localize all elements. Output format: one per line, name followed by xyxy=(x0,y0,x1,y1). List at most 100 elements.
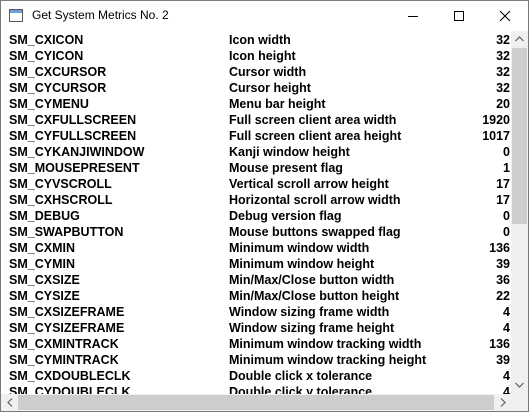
metric-description: Double click y tolerance xyxy=(229,385,373,394)
metric-name: SM_CXHSCROLL xyxy=(9,193,113,207)
metric-name: SM_CYICON xyxy=(9,49,84,63)
metric-row: SM_CXMIN Minimum window width 136 xyxy=(1,240,511,256)
metric-row: SM_CYMENU Menu bar height 20 xyxy=(1,96,511,112)
metric-name: SM_CXICON xyxy=(9,33,84,47)
metric-name: SM_CYSIZEFRAME xyxy=(9,321,125,335)
metric-description: Min/Max/Close button height xyxy=(229,289,400,303)
scroll-up-icon xyxy=(515,36,524,42)
metric-row: SM_CXSIZEFRAME Window sizing frame width 4 xyxy=(1,304,511,320)
metric-row: SM_CXFULLSCREEN Full screen client area w… xyxy=(1,112,511,128)
scrollbar-corner xyxy=(511,394,528,411)
metric-row: SM_CXSIZE Min/Max/Close button width 36 xyxy=(1,272,511,288)
metric-value: 39 xyxy=(496,257,510,271)
metric-name: SM_CYDOUBLECLK xyxy=(9,385,131,394)
metric-description: Minimum window tracking width xyxy=(229,337,422,351)
metric-value: 1920 xyxy=(482,113,510,127)
metric-row: SM_CXMINTRACK Minimum window tracking wid… xyxy=(1,336,511,352)
metric-value: 17 xyxy=(496,193,510,207)
metric-value: 0 xyxy=(503,209,510,223)
metric-description: Icon width xyxy=(229,33,291,47)
metric-row: SM_CYICON Icon height 32 xyxy=(1,48,511,64)
scroll-right-icon xyxy=(500,398,506,407)
metric-value: 32 xyxy=(496,49,510,63)
metric-name: SM_MOUSEPRESENT xyxy=(9,161,140,175)
maximize-button[interactable] xyxy=(436,1,482,31)
metric-description: Min/Max/Close button width xyxy=(229,273,395,287)
metric-description: Horizontal scroll arrow width xyxy=(229,193,401,207)
scroll-left-icon xyxy=(7,398,13,407)
metric-description: Minimum window height xyxy=(229,257,375,271)
metric-row: SM_CYVSCROLL Vertical scroll arrow height… xyxy=(1,176,511,192)
scroll-down-icon xyxy=(515,382,524,388)
metric-description: Window sizing frame width xyxy=(229,305,390,319)
metric-value: 36 xyxy=(496,273,510,287)
metric-description: Mouse present flag xyxy=(229,161,343,175)
metric-value: 20 xyxy=(496,97,510,111)
scroll-down-button[interactable] xyxy=(511,377,528,394)
metric-row: SM_CYMINTRACK Minimum window tracking hei… xyxy=(1,352,511,368)
metric-description: Cursor height xyxy=(229,81,311,95)
metric-value: 4 xyxy=(503,321,510,335)
horizontal-scrollbar[interactable] xyxy=(1,394,511,411)
metric-name: SM_CYMINTRACK xyxy=(9,353,119,367)
metric-name: SM_CYMENU xyxy=(9,97,89,111)
vertical-scroll-thumb[interactable] xyxy=(512,48,527,224)
metric-row: SM_CXCURSOR Cursor width 32 xyxy=(1,64,511,80)
title-bar[interactable]: Get System Metrics No. 2 xyxy=(1,1,528,31)
app-icon[interactable] xyxy=(9,9,23,22)
metric-row: SM_CXDOUBLECLK Double click x tolerance 4 xyxy=(1,368,511,384)
metric-name: SM_CXFULLSCREEN xyxy=(9,113,137,127)
metric-description: Double click x tolerance xyxy=(229,369,373,383)
metric-description: Icon height xyxy=(229,49,296,63)
metric-name: SM_CYCURSOR xyxy=(9,81,107,95)
metric-value: 32 xyxy=(496,33,510,47)
metric-description: Minimum window width xyxy=(229,241,370,255)
metric-name: SM_CYMIN xyxy=(9,257,75,271)
horizontal-scroll-thumb[interactable] xyxy=(18,395,494,410)
metric-name: SM_CXMINTRACK xyxy=(9,337,119,351)
vertical-scrollbar[interactable] xyxy=(511,31,528,394)
metric-value: 22 xyxy=(496,289,510,303)
metric-description: Debug version flag xyxy=(229,209,342,223)
metric-value: 136 xyxy=(489,241,510,255)
metric-value: 4 xyxy=(503,305,510,319)
scroll-right-button[interactable] xyxy=(494,394,511,411)
metric-row: SM_CYMIN Minimum window height 39 xyxy=(1,256,511,272)
minimize-icon xyxy=(408,16,418,17)
metric-row: SM_CXHSCROLL Horizontal scroll arrow widt… xyxy=(1,192,511,208)
metric-name: SM_CXCURSOR xyxy=(9,65,107,79)
metric-name: SM_CYKANJIWINDOW xyxy=(9,145,145,159)
metric-name: SM_CXSIZE xyxy=(9,273,80,287)
metric-description: Minimum window tracking height xyxy=(229,353,427,367)
metric-value: 136 xyxy=(489,337,510,351)
metric-description: Mouse buttons swapped flag xyxy=(229,225,401,239)
metric-name: SM_SWAPBUTTON xyxy=(9,225,124,239)
metric-value: 32 xyxy=(496,81,510,95)
scroll-left-button[interactable] xyxy=(1,394,18,411)
metric-row: SM_CXICON Icon width 32 xyxy=(1,32,511,48)
metric-description: Vertical scroll arrow height xyxy=(229,177,389,191)
metric-value: 0 xyxy=(503,145,510,159)
window-title: Get System Metrics No. 2 xyxy=(32,8,169,22)
metric-description: Kanji window height xyxy=(229,145,350,159)
metric-value: 1017 xyxy=(482,129,510,143)
metric-description: Full screen client area height xyxy=(229,129,402,143)
metric-value: 17 xyxy=(496,177,510,191)
minimize-button[interactable] xyxy=(390,1,436,31)
metric-description: Cursor width xyxy=(229,65,307,79)
metric-name: SM_CXSIZEFRAME xyxy=(9,305,125,319)
metric-description: Full screen client area width xyxy=(229,113,397,127)
metric-name: SM_CYSIZE xyxy=(9,289,80,303)
metric-value: 1 xyxy=(503,161,510,175)
scroll-up-button[interactable] xyxy=(511,31,528,48)
close-icon xyxy=(499,10,511,22)
app-window: Get System Metrics No. 2 SM_CXICON Icon w… xyxy=(0,0,529,412)
metric-row: SM_CYFULLSCREEN Full screen client area h… xyxy=(1,128,511,144)
close-button[interactable] xyxy=(482,1,528,31)
metric-name: SM_CYFULLSCREEN xyxy=(9,129,137,143)
metric-name: SM_DEBUG xyxy=(9,209,80,223)
metric-row: SM_SWAPBUTTON Mouse buttons swapped flag 0 xyxy=(1,224,511,240)
metric-row: SM_CYCURSOR Cursor height 32 xyxy=(1,80,511,96)
metric-row: SM_MOUSEPRESENT Mouse present flag 1 xyxy=(1,160,511,176)
metric-row: SM_DEBUG Debug version flag 0 xyxy=(1,208,511,224)
